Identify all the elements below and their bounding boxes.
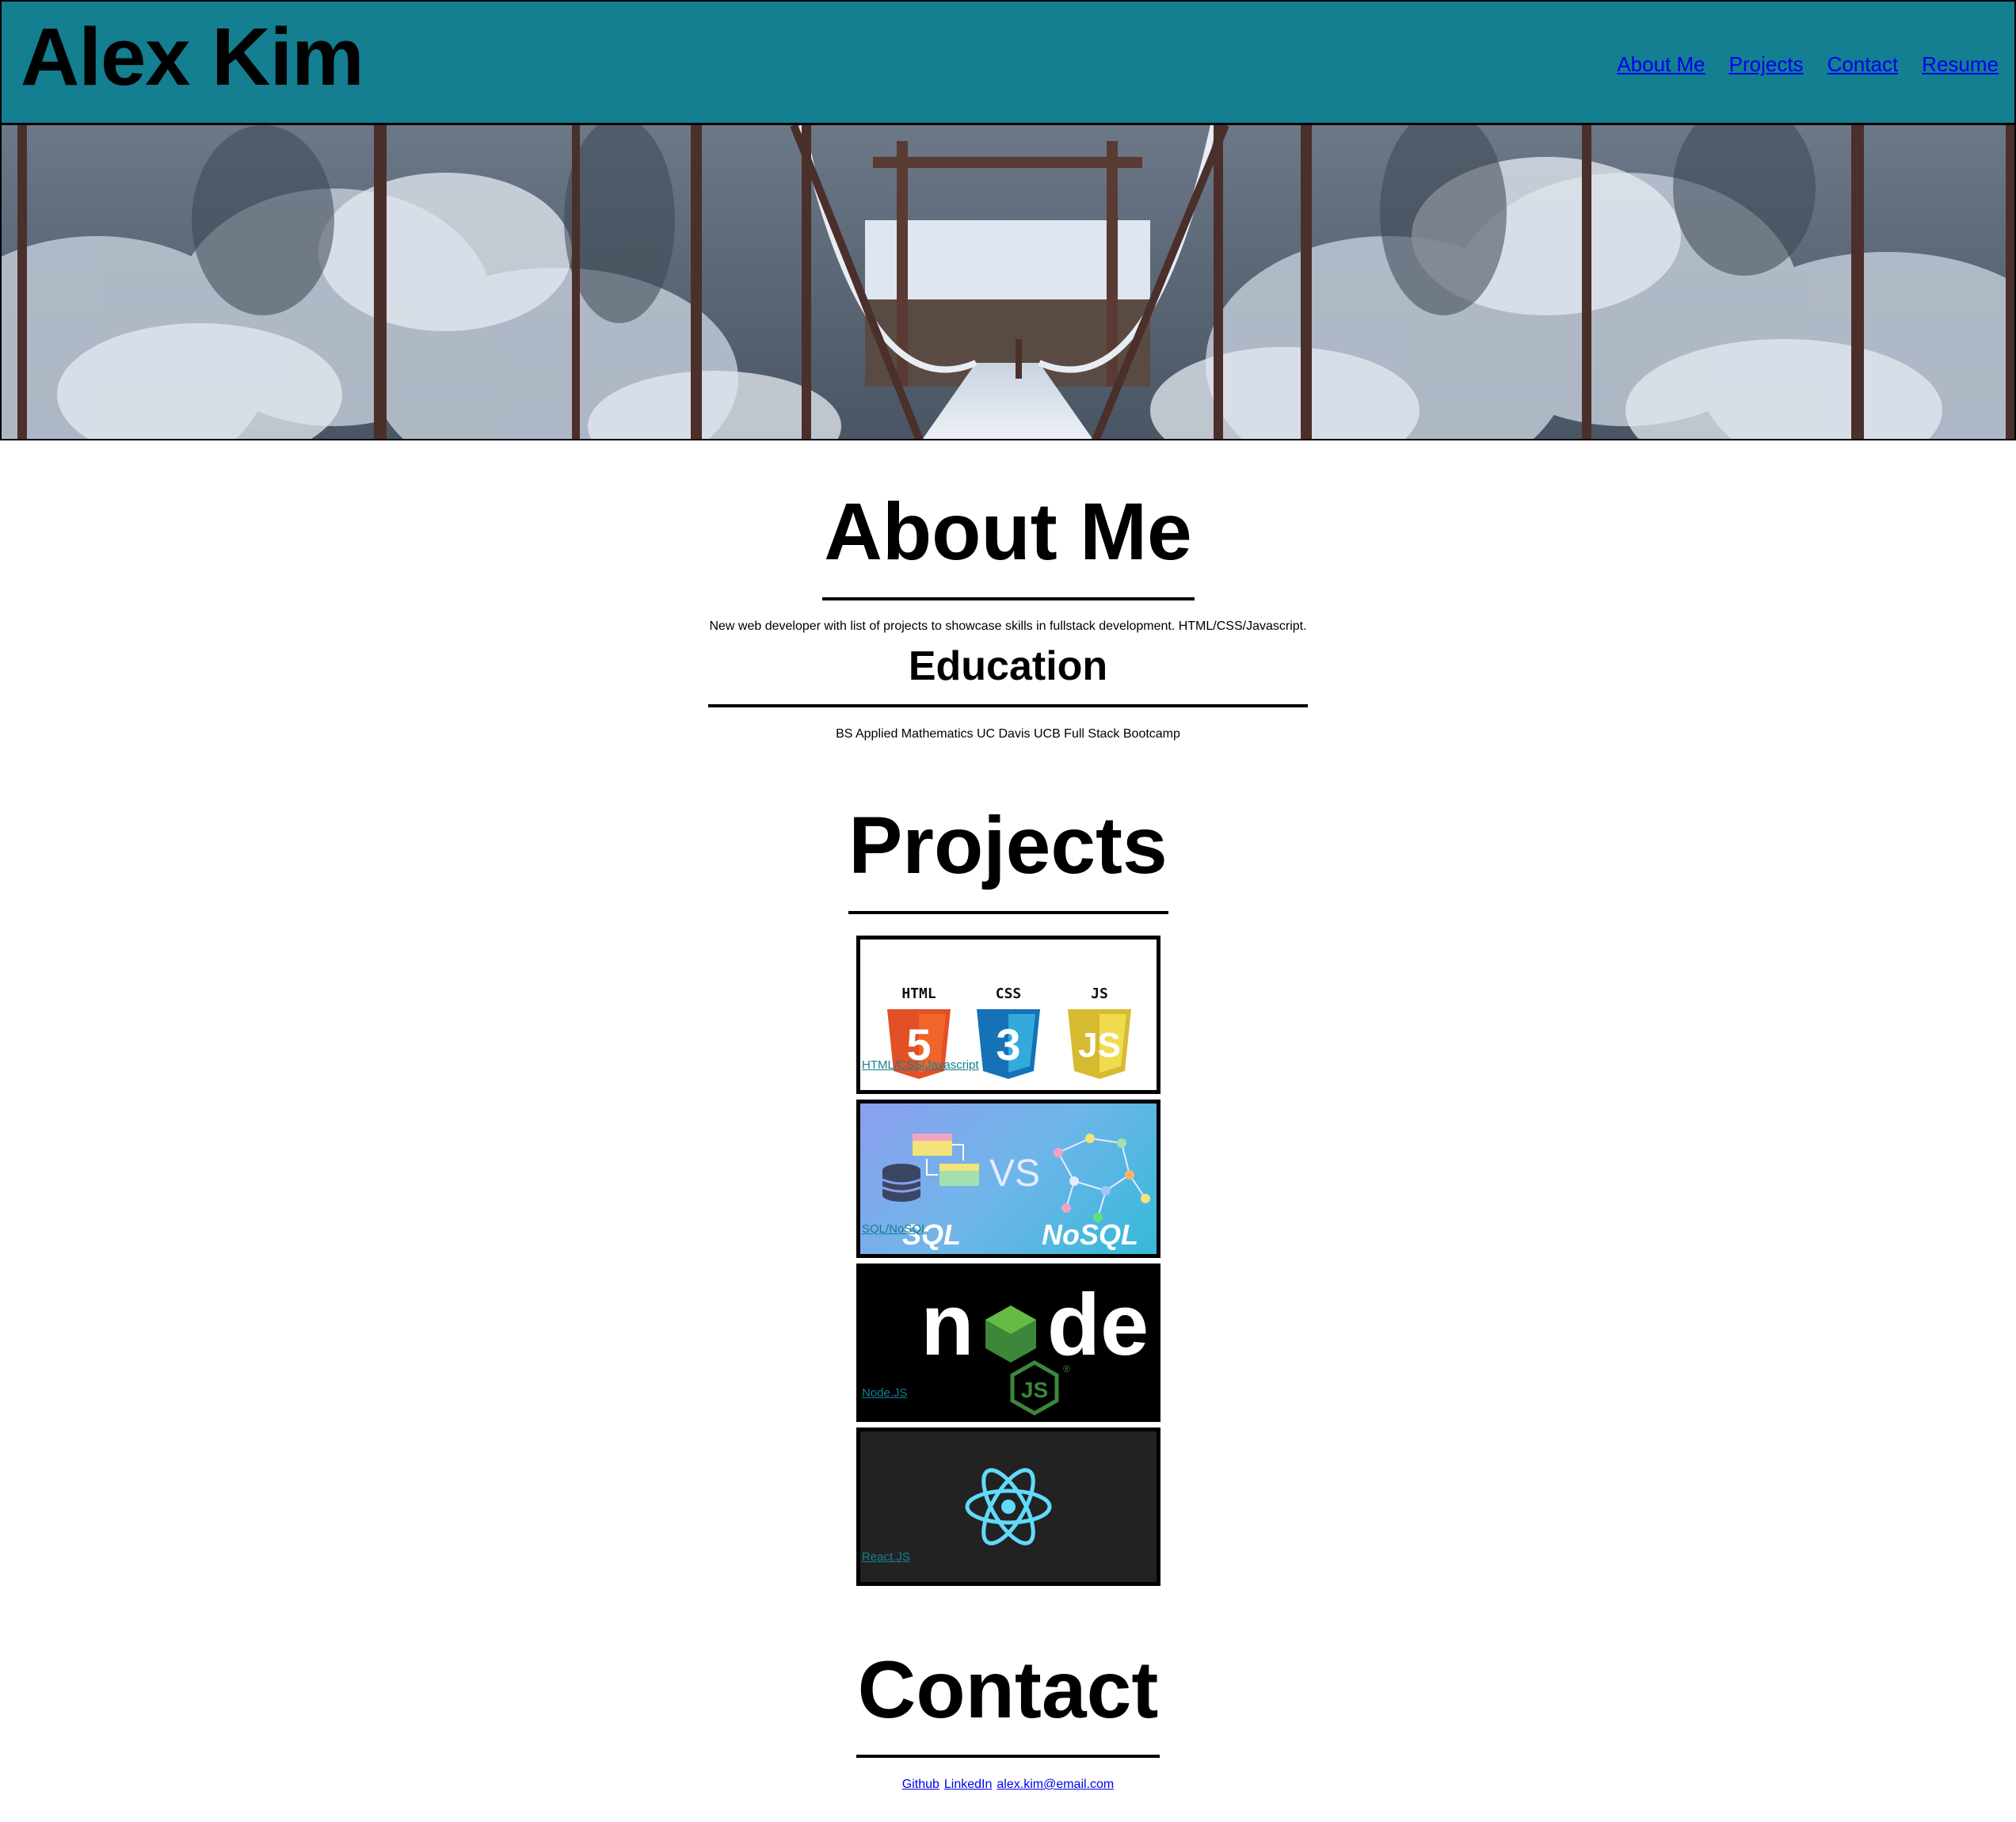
project-link-node-js[interactable]: Node.JS	[862, 1387, 908, 1399]
js-shield-icon: JS	[1068, 1009, 1131, 1079]
css-badge-text: CSS	[996, 985, 1022, 1002]
project-link-react-js[interactable]: React.JS	[862, 1551, 910, 1563]
project-link-html-css-js[interactable]: HTML/CSS/Javascript	[862, 1059, 979, 1071]
contact-title: Contact	[857, 1645, 1159, 1735]
projects-title: Projects	[848, 800, 1168, 890]
nosql-text: NoSQL	[1042, 1218, 1138, 1251]
github-link[interactable]: Github	[902, 1778, 939, 1792]
project-card-html-css-js[interactable]: HTML CSS JS 5 3 JS HTML/CSS/Javascript	[856, 936, 1160, 1094]
css3-digit: 3	[996, 1020, 1020, 1069]
projects-divider	[848, 911, 1168, 914]
css3-shield-icon: 3	[977, 1009, 1040, 1079]
contact-divider	[856, 1755, 1160, 1758]
education-title: Education	[908, 643, 1108, 689]
registered-mark: ®	[1063, 1363, 1070, 1374]
nav-link-projects[interactable]: Projects	[1729, 52, 1804, 77]
nav-link-about[interactable]: About Me	[1617, 52, 1705, 77]
node-letter-n: n	[920, 1276, 974, 1374]
project-card-node-js[interactable]: n de JS ® Node.JS	[856, 1264, 1160, 1422]
education-divider	[708, 704, 1308, 707]
education-text: BS Applied Mathematics UC Davis UCB Full…	[836, 727, 1180, 741]
contact-links: Github LinkedIn alex.kim@email.com	[0, 1778, 2016, 1792]
js-digit: JS	[1078, 1026, 1121, 1065]
nav-link-resume[interactable]: Resume	[1922, 52, 1999, 77]
bridge-forest-illustration	[2, 125, 2014, 439]
site-header: Alex Kim About Me Projects Contact Resum…	[0, 0, 2016, 124]
site-title: Alex Kim	[21, 11, 364, 102]
project-card-sql-nosql[interactable]: VS SQL NoSQL SQL/NoSQL	[856, 1100, 1160, 1258]
graph-nodes-icon	[1054, 1134, 1150, 1222]
about-text: New web developer with list of projects …	[709, 619, 1307, 633]
node-letters-de: de	[1047, 1276, 1149, 1374]
database-icon	[882, 1164, 921, 1202]
project-link-sql-nosql[interactable]: SQL/NoSQL	[862, 1223, 928, 1235]
html-badge-text: HTML	[901, 985, 936, 1002]
email-link[interactable]: alex.kim@email.com	[997, 1778, 1114, 1792]
nav-link-contact[interactable]: Contact	[1827, 52, 1899, 77]
vs-text: VS	[989, 1153, 1040, 1195]
hero-banner-image	[0, 124, 2016, 440]
main-nav: About Me Projects Contact Resume	[1617, 52, 1999, 77]
project-card-react-js[interactable]: React.JS	[856, 1427, 1160, 1586]
linkedin-link[interactable]: LinkedIn	[944, 1778, 993, 1792]
about-title: About Me	[824, 486, 1192, 577]
about-divider	[822, 597, 1195, 600]
js-badge-text: JS	[1091, 985, 1108, 1002]
node-js-badge-text: JS	[1021, 1378, 1048, 1402]
table-grid-icon	[913, 1134, 979, 1186]
